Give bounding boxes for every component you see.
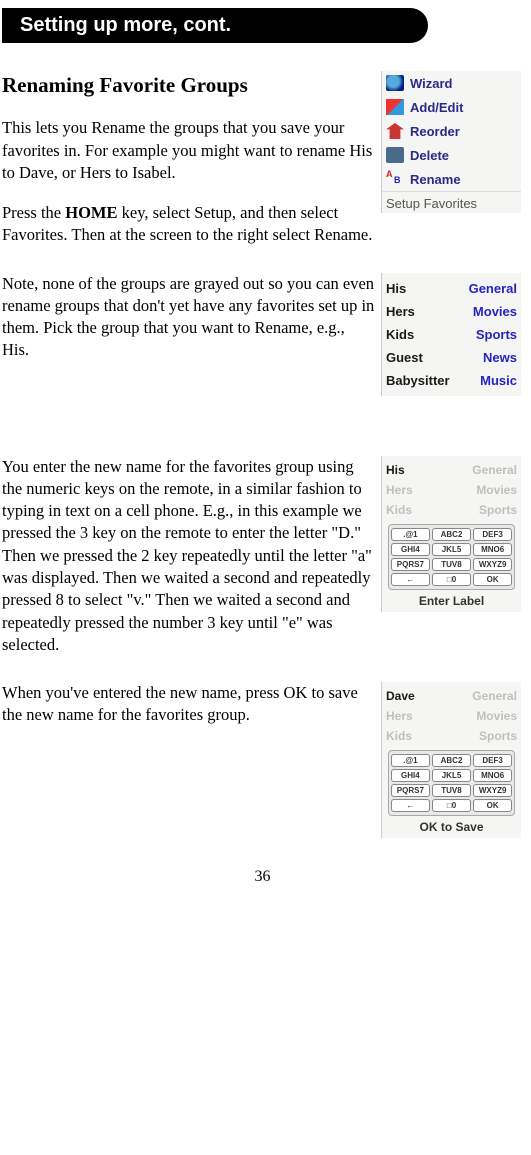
key: ABC2	[432, 754, 471, 767]
key: .@1	[391, 528, 430, 541]
group-music: Music	[452, 369, 520, 392]
caption-enter-label: Enter Label	[382, 592, 521, 612]
key: OK	[473, 799, 512, 812]
key: MNO6	[473, 543, 512, 556]
para-press-home: Press the HOME key, select Setup, and th…	[2, 202, 375, 247]
group-dave: Dave	[384, 686, 452, 706]
key: JKL5	[432, 769, 471, 782]
group-kids-dim: Kids	[384, 500, 452, 520]
label: Add/Edit	[410, 100, 463, 115]
keypad: .@1 ABC2 DEF3 GHI4 JKL5 MNO6 PQRS7 TUV8 …	[388, 750, 515, 816]
group-sports-dim: Sports	[452, 500, 520, 520]
key: GHI4	[391, 769, 430, 782]
key: PQRS7	[391, 558, 430, 571]
home-key: HOME	[65, 203, 117, 222]
menu-item-reorder: Reorder	[382, 119, 521, 143]
menu-item-rename: Rename	[382, 167, 521, 191]
menu-item-delete: Delete	[382, 143, 521, 167]
group-general-dim: General	[452, 686, 520, 706]
text: Press the	[2, 203, 65, 222]
key: WXYZ9	[473, 558, 512, 571]
para-pick-group: Note, none of the groups are grayed out …	[2, 273, 375, 362]
keypad: .@1 ABC2 DEF3 GHI4 JKL5 MNO6 PQRS7 TUV8 …	[388, 524, 515, 590]
delete-icon	[386, 147, 404, 163]
group-kids-dim: Kids	[384, 726, 452, 746]
wizard-icon	[386, 75, 404, 91]
group-general-dim: General	[452, 460, 520, 480]
screenshot-enter-label: His General Hers Movies Kids Sports .@1 …	[381, 456, 521, 612]
group-kids: Kids	[384, 323, 452, 346]
para-press-ok: When you've entered the new name, press …	[2, 682, 375, 727]
key: MNO6	[473, 769, 512, 782]
group-sports: Sports	[452, 323, 520, 346]
heading-renaming: Renaming Favorite Groups	[2, 71, 375, 99]
key: ABC2	[432, 528, 471, 541]
key: ←	[391, 799, 430, 812]
para-enter-name: You enter the new name for the favorites…	[2, 456, 375, 656]
group-general: General	[452, 277, 520, 300]
menu-item-addedit: Add/Edit	[382, 95, 521, 119]
rename-icon	[386, 171, 404, 187]
para-intro: This lets you Rename the groups that you…	[2, 117, 375, 184]
group-movies: Movies	[452, 300, 520, 323]
group-hers: Hers	[384, 300, 452, 323]
key: DEF3	[473, 528, 512, 541]
menu-item-wizard: Wizard	[382, 71, 521, 95]
group-babysitter: Babysitter	[384, 369, 452, 392]
caption-ok-to-save: OK to Save	[382, 818, 521, 838]
label: Reorder	[410, 124, 460, 139]
section-header: Setting up more, cont.	[2, 8, 428, 43]
key: JKL5	[432, 543, 471, 556]
label: Wizard	[410, 76, 453, 91]
label: Rename	[410, 172, 461, 187]
label: Delete	[410, 148, 449, 163]
add-edit-icon	[386, 99, 404, 115]
group-hers-dim: Hers	[384, 706, 452, 726]
key: TUV8	[432, 784, 471, 797]
key: .@1	[391, 754, 430, 767]
group-sports-dim: Sports	[452, 726, 520, 746]
key: □0	[432, 573, 471, 586]
screenshot-ok-to-save: Dave General Hers Movies Kids Sports .@1…	[381, 682, 521, 838]
group-his: His	[384, 460, 452, 480]
key: ←	[391, 573, 430, 586]
group-movies-dim: Movies	[452, 480, 520, 500]
screenshot-group-list: His General Hers Movies Kids Sports Gues…	[381, 273, 521, 396]
group-his: His	[384, 277, 452, 300]
group-hers-dim: Hers	[384, 480, 452, 500]
group-news: News	[452, 346, 520, 369]
key: PQRS7	[391, 784, 430, 797]
key: WXYZ9	[473, 784, 512, 797]
key: OK	[473, 573, 512, 586]
group-movies-dim: Movies	[452, 706, 520, 726]
reorder-icon	[386, 123, 404, 139]
key: □0	[432, 799, 471, 812]
page-number: 36	[2, 868, 523, 886]
screenshot-setup-favorites: Wizard Add/Edit Reorder Delete Rename Se…	[381, 71, 521, 213]
key: DEF3	[473, 754, 512, 767]
key: TUV8	[432, 558, 471, 571]
group-guest: Guest	[384, 346, 452, 369]
caption-setup-favorites: Setup Favorites	[382, 191, 521, 213]
key: GHI4	[391, 543, 430, 556]
